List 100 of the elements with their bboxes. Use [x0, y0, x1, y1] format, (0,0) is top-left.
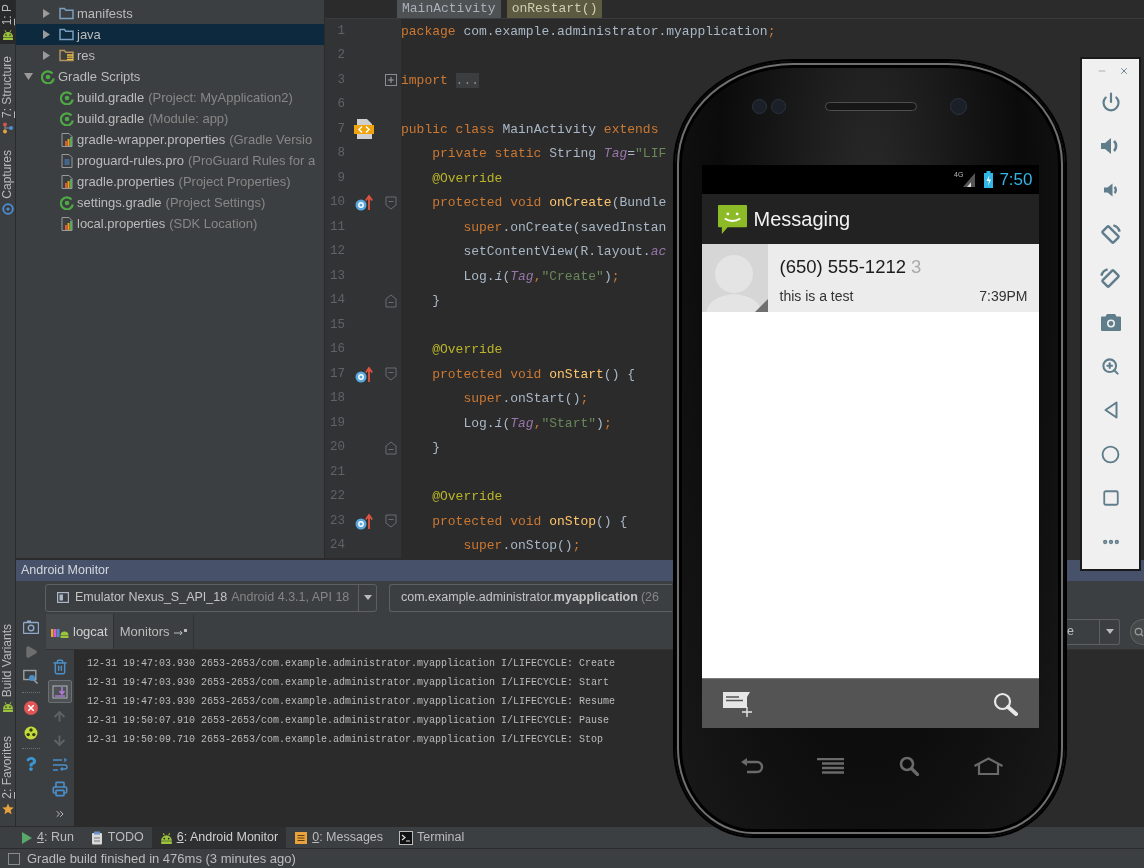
fold-marker-icon[interactable] [385, 440, 397, 455]
code-line: super.onCreate(savedInstan [463, 218, 667, 237]
ring-icon [59, 195, 74, 210]
trefoil-icon [23, 725, 38, 740]
caret-right-icon[interactable] [43, 51, 50, 60]
camera-icon [22, 619, 39, 634]
app-title: Messaging [753, 207, 851, 232]
star-icon [1, 803, 14, 815]
fold-marker-icon[interactable] [385, 195, 397, 210]
device-dropdown[interactable]: Emulator Nexus_S_API_18 Android 4.3.1, API 18 [45, 583, 377, 612]
pin-icon[interactable] [173, 627, 188, 636]
wrap-lines-icon [51, 756, 68, 773]
zoom-in-icon [1101, 356, 1120, 376]
code-line: protected void onCreate(Bundle [432, 194, 667, 212]
code-line: } [432, 439, 440, 457]
ring-icon [40, 69, 55, 84]
process-dropdown[interactable]: com.example.administrator.myapplication (26 [389, 583, 672, 612]
close-button[interactable] [1119, 66, 1129, 76]
battery-icon [984, 171, 994, 188]
circle-up-arrow-icon[interactable] [355, 512, 373, 530]
caret-down-icon[interactable] [24, 73, 33, 80]
code-line: private static String Tag="LIF [432, 145, 667, 163]
tree-row[interactable]: local.properties (SDK Location) [16, 213, 324, 234]
tool-window-button[interactable]: Build Variants [0, 620, 15, 717]
chart-file-icon [60, 216, 73, 231]
scroll-end-icon [51, 683, 68, 700]
panel-title: Android Monitor [21, 562, 110, 580]
code-line: @Override [432, 488, 503, 506]
tool-window-button[interactable]: 7: Structure [0, 52, 15, 139]
back-arrow-icon [740, 757, 764, 775]
tool-window-button[interactable]: 1: P [0, 0, 15, 45]
tree-row[interactable]: java [16, 24, 324, 45]
tool-window-tab[interactable]: TODO [81, 827, 152, 848]
clipboard-icon [89, 830, 104, 845]
code-line: protected void onStart() { [432, 365, 636, 384]
message-snippet: this is a test [779, 286, 854, 306]
circle-up-arrow-icon[interactable] [355, 365, 373, 383]
log-line: 12-31 19:47:03.930 2653-2653/com.example.administrator.myapplication I/LIFECYCLE: Resume [87, 694, 616, 709]
tool-window-tab[interactable]: 4: Run [13, 827, 82, 848]
code-line: Log.i(Tag,"Start"); [463, 414, 612, 433]
square-icon[interactable] [8, 852, 20, 865]
tool-window-tab[interactable]: 0: Messages [286, 827, 392, 848]
tree-row[interactable]: Gradle Scripts [16, 66, 324, 87]
arrow-down-icon [52, 732, 67, 748]
log-line: 12-31 19:47:03.930 2653-2653/com.example.administrator.myapplication I/LIFECYCLE: Start [87, 675, 610, 690]
caret-right-icon[interactable] [43, 30, 50, 39]
log-line: 12-31 19:50:07.910 2653-2653/com.example.administrator.myapplication I/LIFECYCLE: Pause [87, 713, 610, 728]
code-line: setContentView(R.layout.ac [463, 243, 667, 261]
sender-name: (650) 555-1212 [779, 255, 906, 279]
code-line: package com.example.administrator.myapplication; [401, 22, 776, 41]
search-button[interactable] [992, 691, 1018, 716]
front-camera [950, 98, 967, 115]
code-file-icon [354, 118, 374, 141]
panel-tab[interactable]: logcat [46, 614, 114, 649]
fold-marker-icon[interactable] [385, 293, 397, 308]
printer-icon [51, 781, 68, 798]
expand-fold-icon[interactable] [385, 74, 397, 87]
tree-row[interactable]: res [16, 45, 324, 66]
tree-row[interactable]: manifests [16, 3, 324, 24]
panel-tab[interactable]: Monitors [114, 614, 194, 649]
code-line: public class MainActivity extends [401, 120, 659, 139]
chart-file-icon [60, 174, 73, 189]
caret-right-icon[interactable] [43, 9, 50, 18]
log-line: 12-31 19:47:03.930 2653-2653/com.example.administrator.myapplication I/LIFECYCLE: Create [87, 656, 616, 671]
folder-icon [59, 7, 74, 20]
breadcrumb[interactable]: MainActivity [397, 0, 501, 18]
message-count: 3 [911, 255, 922, 279]
tree-row[interactable]: proguard-rules.pro (ProGuard Rules for a [16, 150, 324, 171]
tool-window-tab[interactable]: 6: Android Monitor [151, 827, 287, 848]
power-icon [1100, 92, 1121, 112]
tree-row[interactable]: gradle.properties (Project Properties) [16, 171, 324, 192]
conversation-row[interactable]: (650) 555-1212 3 this is a test 7:39PM [701, 244, 1039, 312]
tree-row[interactable]: gradle-wrapper.properties (Gradle Versio [16, 129, 324, 150]
menu-lines-icon [817, 758, 844, 774]
search-field[interactable] [1130, 618, 1144, 645]
tree-row[interactable]: build.gradle (Module: app) [16, 108, 324, 129]
text-file-icon [60, 153, 73, 168]
home-key[interactable] [973, 757, 1004, 775]
scroll-to-end-button[interactable] [47, 680, 72, 704]
chart-file-icon [60, 132, 73, 147]
breadcrumb[interactable]: onRestart() [506, 0, 603, 18]
device-icon [57, 592, 69, 603]
tree-row[interactable]: settings.gradle (Project Settings) [16, 192, 324, 213]
search-key[interactable] [899, 756, 919, 776]
code-line: @Override [432, 169, 503, 188]
tree-row[interactable]: build.gradle (Project: MyApplication2) [16, 87, 324, 108]
new-message-button[interactable] [721, 690, 753, 717]
signal-icon [963, 172, 976, 187]
menu-key[interactable] [817, 758, 844, 774]
tool-window-button[interactable]: 2: Favorites [0, 732, 15, 819]
back-triangle-icon [1103, 401, 1118, 419]
contact-avatar [701, 244, 768, 312]
tool-window-button[interactable]: Captures [0, 146, 15, 220]
fold-marker-icon[interactable] [385, 514, 397, 529]
trash-icon [51, 659, 68, 676]
screen-search-icon [22, 668, 39, 685]
circle-up-arrow-icon[interactable] [355, 194, 373, 212]
tool-window-tab[interactable]: Terminal [391, 827, 473, 848]
back-key[interactable] [740, 757, 764, 775]
fold-marker-icon[interactable] [385, 367, 397, 382]
